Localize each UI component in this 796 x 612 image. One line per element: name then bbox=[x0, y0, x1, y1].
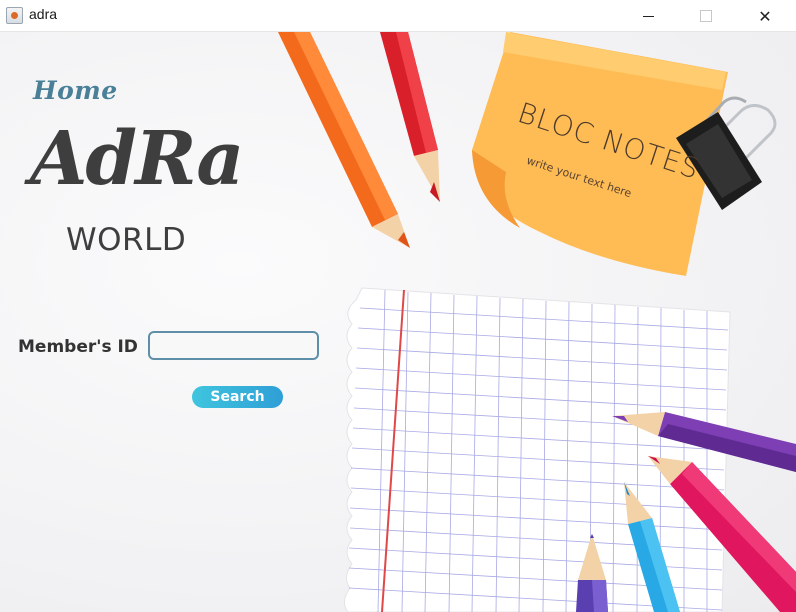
maximize-icon bbox=[700, 10, 712, 22]
logo-world: WORLD bbox=[66, 222, 187, 258]
close-icon: ✕ bbox=[758, 6, 772, 26]
app-window: adra ✕ BLOC NOTES write your text here H… bbox=[0, 0, 796, 612]
member-id-label: Member's ID bbox=[18, 337, 138, 357]
java-app-icon bbox=[6, 7, 23, 24]
maximize-button[interactable] bbox=[677, 0, 735, 32]
grid-paper bbox=[344, 287, 731, 612]
close-button[interactable]: ✕ bbox=[736, 0, 794, 32]
minimize-button[interactable] bbox=[619, 0, 677, 32]
window-title: adra bbox=[29, 6, 58, 22]
logo-adra: AdRa bbox=[30, 116, 244, 202]
search-button[interactable]: Search bbox=[192, 386, 283, 408]
minimize-icon bbox=[642, 15, 654, 17]
title-bar: adra ✕ bbox=[0, 0, 796, 32]
member-id-input[interactable] bbox=[148, 331, 319, 360]
home-link[interactable]: Home bbox=[33, 76, 118, 105]
red-pencil bbox=[380, 32, 440, 202]
main-content: BLOC NOTES write your text here Home AdR… bbox=[0, 32, 796, 612]
